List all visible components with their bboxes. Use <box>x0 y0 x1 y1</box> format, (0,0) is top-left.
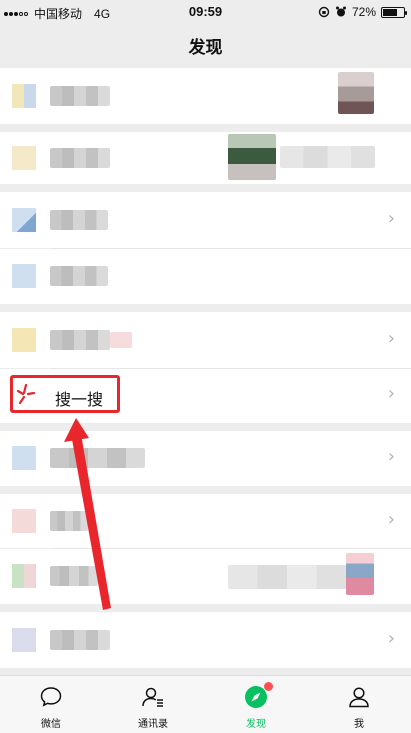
contacts-icon <box>142 687 163 707</box>
annotation-arrow <box>64 418 111 610</box>
tab-chats-label: 微信 <box>41 719 61 730</box>
person-icon <box>349 687 369 708</box>
tab-contacts[interactable]: 通讯录 <box>102 676 204 733</box>
tab-discover[interactable]: 发现 <box>205 676 307 733</box>
tab-me[interactable]: 我 <box>308 676 410 733</box>
tab-bar: 微信 通讯录 发现 我 <box>0 675 411 733</box>
tab-chats[interactable]: 微信 <box>0 676 102 733</box>
tab-discover-label: 发现 <box>246 719 266 730</box>
tab-me-label: 我 <box>354 719 364 730</box>
tab-contacts-label: 通讯录 <box>138 719 168 730</box>
notification-dot <box>264 682 273 691</box>
chat-bubble-icon <box>40 687 62 707</box>
